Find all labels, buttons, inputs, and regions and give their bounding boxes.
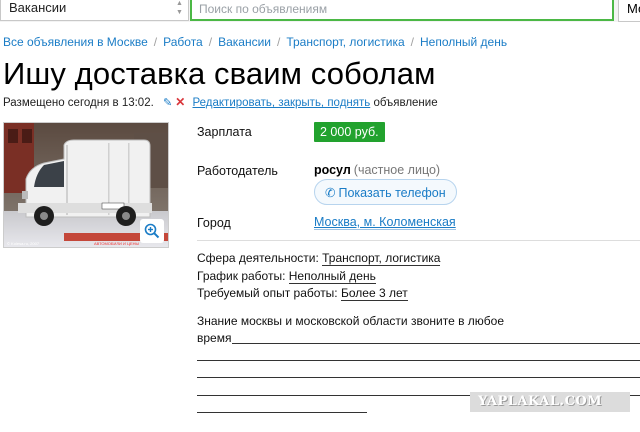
watermark: YAPLAKAL.COM <box>470 392 630 412</box>
employer-info: росул (частное лицо) <box>314 163 440 177</box>
top-search-bar: Вакансии ▲▼ Мо <box>0 0 640 22</box>
salary-badge: 2 000 руб. <box>314 122 385 142</box>
ad-photo[interactable]: © Kolesa.ru, 2007 АВТОМОБИЛИ И ЦЕНЫ <box>3 122 169 248</box>
ad-meta: Размещено сегодня в 13:02. ✎ ✕ Редактиров… <box>3 95 438 109</box>
description-line: время <box>197 331 232 345</box>
city-link[interactable]: Москва, м. Коломенская <box>314 216 456 230</box>
page-title: Ишу доставка сваим соболам <box>3 56 436 91</box>
param-row: Требуемый опыт работы: Более 3 лет <box>197 285 440 303</box>
close-icon[interactable]: ✕ <box>175 95 185 109</box>
category-select[interactable]: Вакансии ▲ ▼ <box>0 0 189 21</box>
pencil-icon[interactable]: ✎ <box>163 97 172 109</box>
param-label: Требуемый опыт работы: <box>197 286 338 300</box>
breadcrumb-separator: / <box>208 35 213 49</box>
edit-ad-suffix: объявление <box>373 97 438 109</box>
show-phone-button[interactable]: ✆ Показать телефон <box>314 179 457 205</box>
photo-copyright: © Kolesa.ru, 2007 <box>7 241 40 246</box>
param-value: Более 3 лет <box>341 286 408 301</box>
edit-ad-link[interactable]: Редактировать, закрыть, поднять <box>192 97 370 109</box>
description-line: Знание москвы и московской области звони… <box>197 314 505 328</box>
breadcrumb-separator: / <box>410 35 414 49</box>
breadcrumb-separator: / <box>153 35 158 49</box>
breadcrumb-part-time[interactable]: Неполный день <box>420 35 507 49</box>
employer-label: Работодатель <box>197 164 278 178</box>
posted-time: Размещено сегодня в 13:02. <box>3 97 154 109</box>
job-params: Сфера деятельности: Транспорт, логистика… <box>197 250 441 303</box>
salary-label: Зарплата <box>197 125 252 139</box>
underline-rule <box>197 377 640 378</box>
region-select[interactable]: Мо <box>618 0 640 22</box>
param-row: Сфера деятельности: Транспорт, логистика <box>197 250 441 268</box>
photo-source-label: АВТОМОБИЛИ И ЦЕНЫ <box>94 241 140 246</box>
chevron-updown-icon: ▲ ▼ <box>176 0 183 16</box>
underline-rule <box>197 412 367 413</box>
divider <box>197 240 640 241</box>
employer-name: росул <box>314 163 351 177</box>
param-label: Сфера деятельности: <box>197 251 319 265</box>
param-value: Неполный день <box>288 268 376 284</box>
category-select-value: Вакансии <box>9 0 67 15</box>
breadcrumb: Все объявления в Москве / Работа / Вакансии /… <box>3 35 507 49</box>
param-row: График работы: Неполный день <box>197 268 440 286</box>
search-input[interactable] <box>190 0 614 21</box>
ad-description: Знание москвы и московской области звони… <box>197 313 640 347</box>
phone-icon: ✆ <box>325 185 336 200</box>
region-select-value: Мо <box>627 1 640 16</box>
breadcrumb-vacancies[interactable]: Вакансии <box>218 35 271 49</box>
show-phone-label: Показать телефон <box>338 185 446 200</box>
breadcrumb-work[interactable]: Работа <box>163 35 203 49</box>
breadcrumb-transport[interactable]: Транспорт, логистика <box>286 35 404 49</box>
city-label: Город <box>197 216 231 230</box>
breadcrumb-separator: / <box>276 35 281 49</box>
breadcrumb-all-ads[interactable]: Все объявления в Москве <box>3 35 148 49</box>
underline-rule <box>232 343 640 344</box>
zoom-in-icon[interactable] <box>140 219 164 243</box>
param-value: Транспорт, логистика <box>322 251 441 266</box>
param-label: График работы: <box>197 268 286 283</box>
employer-type: (частное лицо) <box>353 163 441 177</box>
underline-rule <box>197 360 640 361</box>
